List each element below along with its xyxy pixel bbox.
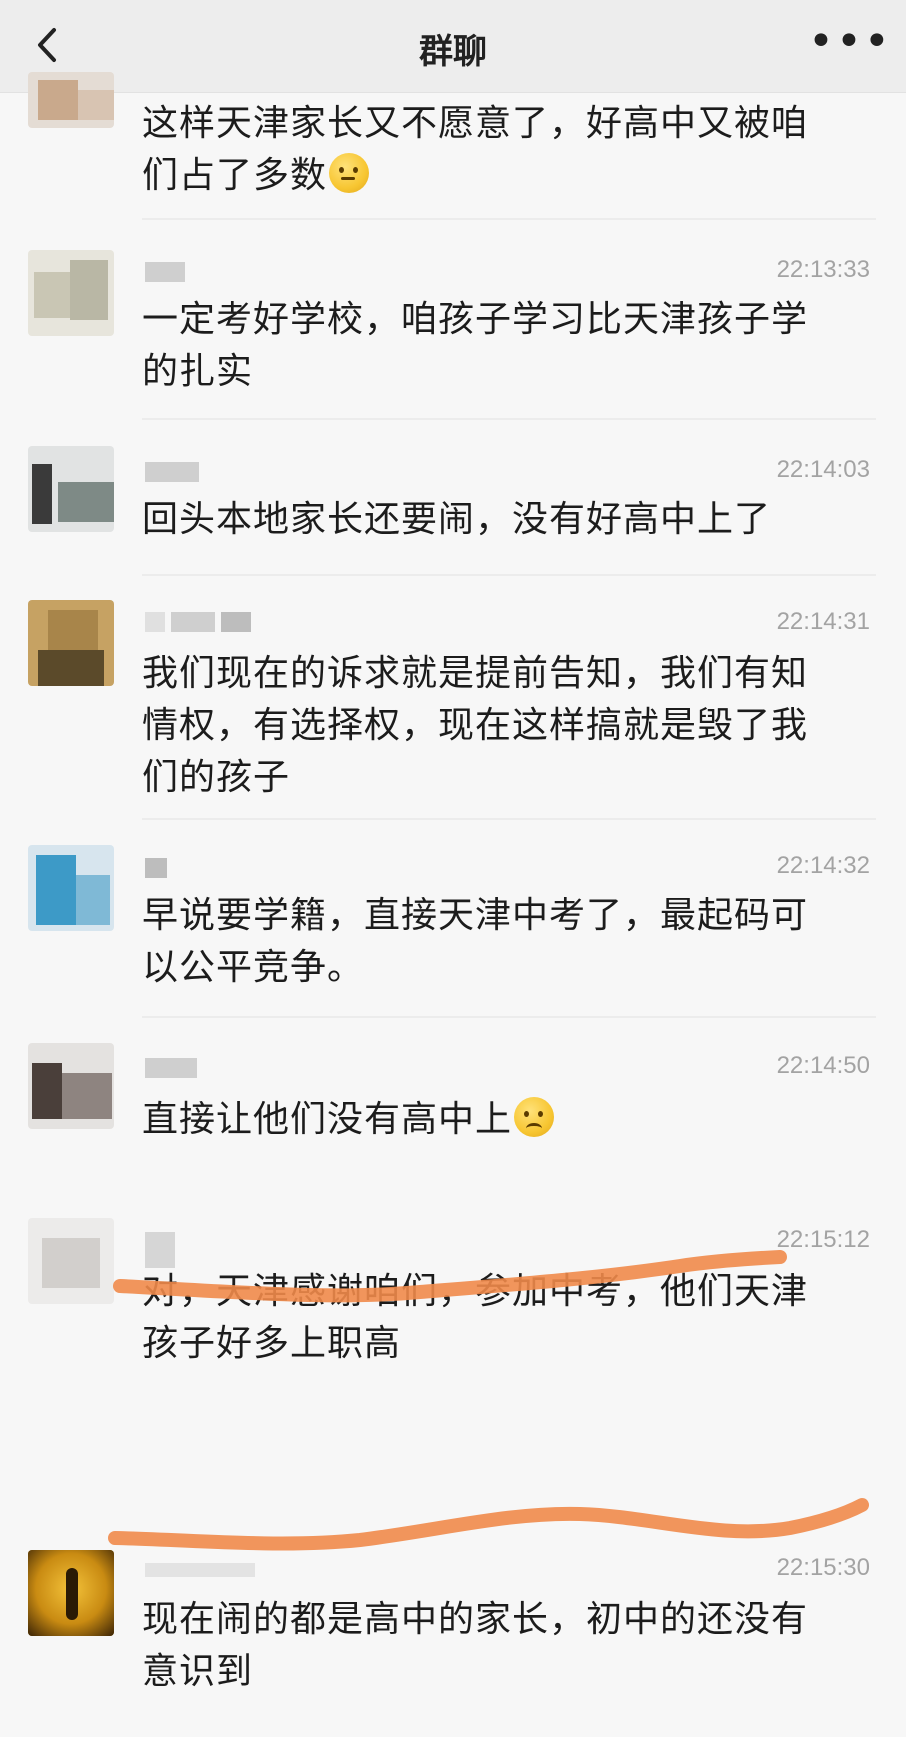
timestamp: 22:14:31 bbox=[776, 608, 870, 635]
timestamp: 22:14:50 bbox=[776, 1052, 870, 1079]
message-text: 对，天津感谢咱们，参加中考，他们天津 孩子好多上职高 bbox=[142, 1266, 872, 1370]
avatar[interactable] bbox=[28, 845, 114, 931]
timestamp: 22:14:32 bbox=[776, 852, 870, 879]
nickname-blurred bbox=[145, 462, 205, 486]
message-line: 回头本地家长还要闹，没有好高中上了 bbox=[142, 499, 772, 540]
avatar[interactable] bbox=[28, 446, 114, 532]
avatar[interactable] bbox=[28, 72, 114, 128]
timestamp: 22:15:12 bbox=[776, 1226, 870, 1253]
more-dots-icon[interactable]: ••• bbox=[808, 20, 890, 68]
message-line: 直接让他们没有高中上 bbox=[142, 1099, 513, 1140]
divider bbox=[142, 818, 876, 820]
chat-title: 群聊 bbox=[419, 32, 487, 72]
nickname-blurred bbox=[145, 858, 173, 882]
message-line: 以公平竞争。 bbox=[142, 947, 365, 988]
timestamp: 22:14:03 bbox=[776, 456, 870, 483]
timestamp: 22:15:30 bbox=[776, 1554, 870, 1581]
avatar[interactable] bbox=[28, 600, 114, 686]
nickname-blurred bbox=[145, 262, 191, 286]
message-text: 一定考好学校，咱孩子学习比天津孩子学 的扎实 bbox=[142, 294, 872, 398]
message-line: 我们现在的诉求就是提前告知，我们有知 bbox=[142, 653, 809, 694]
underline-scribble bbox=[108, 1498, 869, 1551]
message-line: 孩子好多上职高 bbox=[142, 1323, 402, 1364]
avatar[interactable] bbox=[28, 1550, 114, 1636]
message-text: 直接让他们没有高中上 bbox=[142, 1094, 872, 1146]
divider bbox=[142, 574, 876, 576]
divider bbox=[142, 218, 876, 220]
message-line: 早说要学籍，直接天津中考了，最起码可 bbox=[142, 895, 809, 936]
message-text: 早说要学籍，直接天津中考了，最起码可 以公平竞争。 bbox=[142, 890, 872, 994]
message-line: 意识到 bbox=[142, 1651, 254, 1692]
message-line: 这样天津家长又不愿意了，好高中又被咱 bbox=[142, 103, 809, 144]
message-text: 现在闹的都是高中的家长，初中的还没有 意识到 bbox=[142, 1594, 872, 1698]
message-text: 我们现在的诉求就是提前告知，我们有知 情权，有选择权，现在这样搞就是毁了我 们的… bbox=[142, 648, 872, 804]
message-text: 回头本地家长还要闹，没有好高中上了 bbox=[142, 494, 872, 546]
nickname-blurred bbox=[145, 1562, 261, 1586]
message-line: 们的孩子 bbox=[142, 757, 291, 798]
timestamp: 22:13:33 bbox=[776, 256, 870, 283]
message-text: 这样天津家长又不愿意了，好高中又被咱 们占了多数 bbox=[142, 98, 872, 202]
highlight-scribbles bbox=[108, 1250, 869, 1551]
nickname-blurred bbox=[145, 1058, 203, 1082]
divider bbox=[142, 1016, 876, 1018]
frowning-face-icon bbox=[514, 1097, 555, 1137]
message-line: 现在闹的都是高中的家长，初中的还没有 bbox=[142, 1599, 809, 1640]
message-line: 们占了多数 bbox=[142, 155, 328, 196]
message-line: 一定考好学校，咱孩子学习比天津孩子学 bbox=[142, 299, 809, 340]
nickname-blurred bbox=[145, 1232, 181, 1268]
message-line: 的扎实 bbox=[142, 351, 254, 392]
divider bbox=[142, 418, 876, 420]
avatar[interactable] bbox=[28, 1043, 114, 1129]
top-bar: 群聊 ••• bbox=[0, 0, 906, 93]
avatar[interactable] bbox=[28, 1218, 114, 1304]
message-line: 情权，有选择权，现在这样搞就是毁了我 bbox=[142, 705, 809, 746]
message-line: 对，天津感谢咱们，参加中考，他们天津 bbox=[142, 1271, 809, 1312]
nickname-blurred bbox=[145, 612, 257, 636]
thinking-face-icon bbox=[329, 153, 370, 193]
avatar[interactable] bbox=[28, 250, 114, 336]
